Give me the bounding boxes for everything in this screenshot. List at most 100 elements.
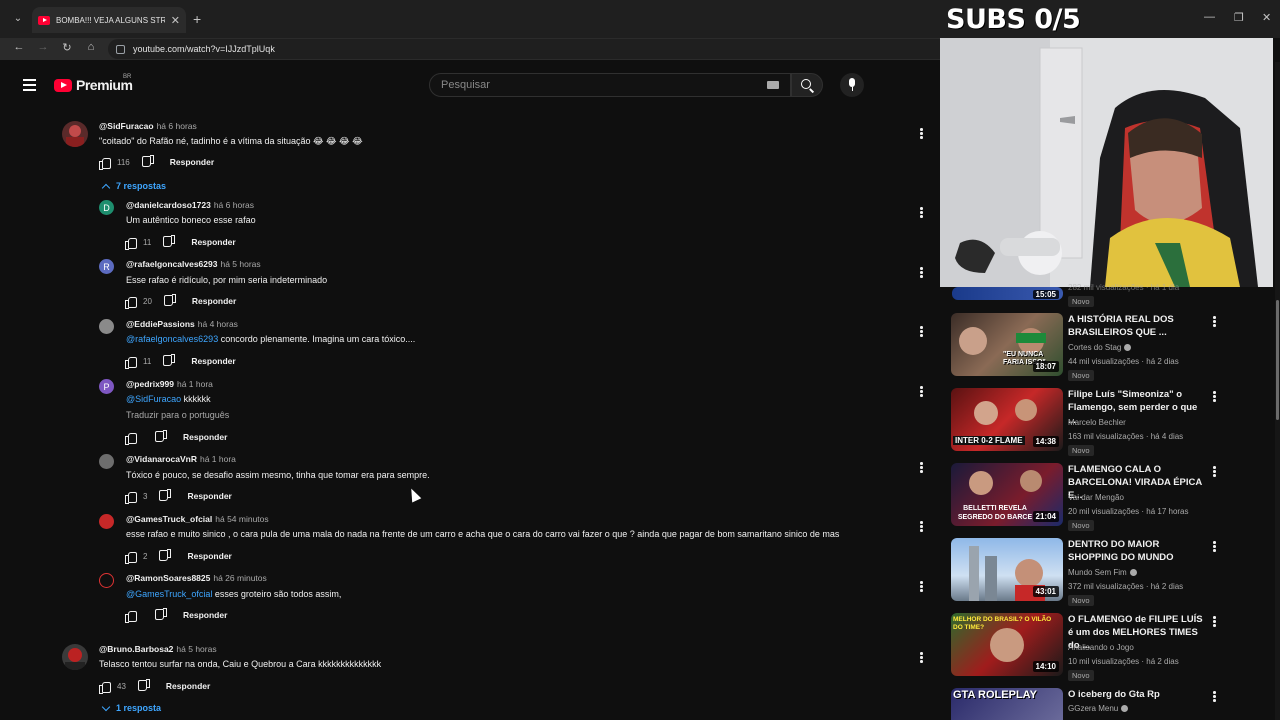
video-title[interactable]: A HISTÓRIA REAL DOS BRASILEIROS QUE ...	[1068, 313, 1206, 339]
more-options-icon[interactable]	[920, 326, 923, 337]
more-options-icon[interactable]	[920, 386, 923, 397]
comment-author[interactable]: @SidFuracao	[99, 121, 154, 131]
home-icon[interactable]: ⌂	[83, 41, 99, 53]
like-icon[interactable]	[125, 296, 137, 309]
avatar[interactable]	[62, 644, 88, 670]
comment-time[interactable]: há 54 minutos	[215, 514, 268, 524]
dislike-icon[interactable]	[163, 356, 175, 367]
avatar[interactable]	[99, 454, 114, 469]
mention-link[interactable]: @GamesTruck_ofcial	[126, 589, 212, 599]
comment-time[interactable]: há 4 horas	[198, 319, 238, 329]
youtube-premium-logo[interactable]: Premium BR	[54, 74, 133, 93]
replies-toggle[interactable]: 7 respostas	[101, 181, 166, 192]
tab-close-icon[interactable]: ✕	[171, 14, 180, 27]
site-info-icon[interactable]	[116, 44, 125, 54]
more-options-icon[interactable]	[920, 652, 923, 663]
comment-author[interactable]: @Bruno.Barbosa2	[99, 644, 173, 654]
comment-author[interactable]: @EddiePassions	[126, 319, 195, 329]
comment-author[interactable]: @VidanarocaVnR	[126, 454, 197, 464]
dislike-icon[interactable]	[138, 681, 150, 692]
comment-author[interactable]: @danielcardoso1723	[126, 200, 211, 210]
video-channel[interactable]: Mundo Sem Fim	[1068, 568, 1137, 577]
video-thumbnail[interactable]: "EU NUNCA FARIA ISSO" 18:07	[951, 313, 1063, 376]
search-button[interactable]	[791, 73, 823, 97]
like-icon[interactable]	[125, 551, 137, 564]
video-title[interactable]: DENTRO DO MAIOR SHOPPING DO MUNDO	[1068, 538, 1206, 564]
back-arrow-icon[interactable]: ←	[11, 41, 27, 53]
menu-icon[interactable]	[23, 79, 36, 91]
reload-icon[interactable]: ↻	[59, 41, 75, 54]
dislike-icon[interactable]	[159, 491, 171, 502]
dislike-icon[interactable]	[155, 432, 167, 443]
avatar[interactable]: R	[99, 259, 114, 274]
comment-author[interactable]: @GamesTruck_ofcial	[126, 514, 212, 524]
reply-button[interactable]: Responder	[183, 610, 227, 620]
translate-link[interactable]: Traduzir para o português	[126, 410, 229, 420]
comment-time[interactable]: há 26 minutos	[213, 573, 266, 583]
more-options-icon[interactable]	[920, 267, 923, 278]
keyboard-icon[interactable]	[767, 81, 779, 89]
dislike-icon[interactable]	[163, 237, 175, 248]
comment-author[interactable]: @pedrix999	[126, 379, 174, 389]
forward-arrow-icon[interactable]: →	[35, 41, 51, 53]
mention-link[interactable]: @rafaelgoncalves6293	[126, 334, 218, 344]
tab-search-chevron-icon[interactable]: ⌄	[10, 11, 26, 27]
video-thumbnail[interactable]: 15:05	[952, 287, 1063, 300]
avatar[interactable]: D	[99, 200, 114, 215]
reply-button[interactable]: Responder	[191, 356, 235, 366]
video-thumbnail[interactable]: BELLETTI REVELA SEGREDO DO BARCE 21:04	[951, 463, 1063, 526]
more-options-icon[interactable]	[920, 462, 923, 473]
like-icon[interactable]	[99, 157, 111, 170]
video-channel[interactable]: Analisando o Jogo	[1068, 643, 1134, 652]
comment-time[interactable]: há 1 hora	[200, 454, 236, 464]
reply-button[interactable]: Responder	[166, 681, 210, 691]
video-channel[interactable]: Cortes do Stag	[1068, 343, 1132, 352]
dislike-icon[interactable]	[159, 551, 171, 562]
comment-author[interactable]: @rafaelgoncalves6293	[126, 259, 217, 269]
reply-button[interactable]: Responder	[192, 296, 236, 306]
more-options-icon[interactable]	[1213, 616, 1216, 627]
comment-time[interactable]: há 6 horas	[157, 121, 197, 131]
more-options-icon[interactable]	[920, 521, 923, 532]
like-icon[interactable]	[125, 237, 137, 250]
video-thumbnail[interactable]: GTA ROLEPLAY	[951, 688, 1063, 720]
more-options-icon[interactable]	[920, 581, 923, 592]
comment-author[interactable]: @RamonSoares8825	[126, 573, 210, 583]
restore-button[interactable]: ❐	[1234, 11, 1244, 24]
reply-button[interactable]: Responder	[191, 237, 235, 247]
avatar[interactable]	[99, 319, 114, 334]
browser-tab[interactable]: BOMBA!!! VEJA ALGUNS STREA... ✕	[32, 7, 186, 33]
reply-button[interactable]: Responder	[183, 432, 227, 442]
more-options-icon[interactable]	[1213, 316, 1216, 327]
avatar[interactable]	[99, 514, 114, 529]
more-options-icon[interactable]	[1213, 391, 1216, 402]
more-options-icon[interactable]	[1213, 691, 1216, 702]
more-options-icon[interactable]	[1213, 541, 1216, 552]
dislike-icon[interactable]	[142, 157, 154, 168]
dislike-icon[interactable]	[155, 610, 167, 621]
reply-button[interactable]: Responder	[187, 551, 231, 561]
address-bar[interactable]: youtube.com/watch?v=IJJzdTplUqk	[108, 39, 940, 59]
video-thumbnail[interactable]: MELHOR DO BRASIL? O VILÃO DO TIME? 14:10	[951, 613, 1063, 676]
video-channel[interactable]: Vai dar Mengão	[1068, 493, 1124, 502]
comment-time[interactable]: há 5 horas	[176, 644, 216, 654]
like-icon[interactable]	[125, 432, 137, 445]
new-tab-button[interactable]: +	[193, 11, 201, 27]
search-input[interactable]	[441, 79, 741, 91]
scrollbar-thumb[interactable]	[1276, 300, 1279, 420]
more-options-icon[interactable]	[1213, 466, 1216, 477]
comment-time[interactable]: há 5 horas	[220, 259, 260, 269]
dislike-icon[interactable]	[164, 296, 176, 307]
more-options-icon[interactable]	[920, 128, 923, 139]
video-thumbnail[interactable]: INTER 0-2 FLAME 14:38	[951, 388, 1063, 451]
close-window-button[interactable]: ✕	[1262, 11, 1271, 24]
video-title[interactable]: O iceberg do Gta Rp	[1068, 688, 1206, 701]
like-icon[interactable]	[125, 610, 137, 623]
avatar[interactable]	[99, 573, 114, 588]
comment-time[interactable]: há 1 hora	[177, 379, 213, 389]
minimize-button[interactable]: —	[1204, 11, 1215, 23]
like-icon[interactable]	[125, 356, 137, 369]
voice-search-mic-icon[interactable]	[840, 73, 864, 97]
mention-link[interactable]: @SidFuracao	[126, 394, 181, 404]
video-channel[interactable]: Marcelo Bechler	[1068, 418, 1126, 427]
